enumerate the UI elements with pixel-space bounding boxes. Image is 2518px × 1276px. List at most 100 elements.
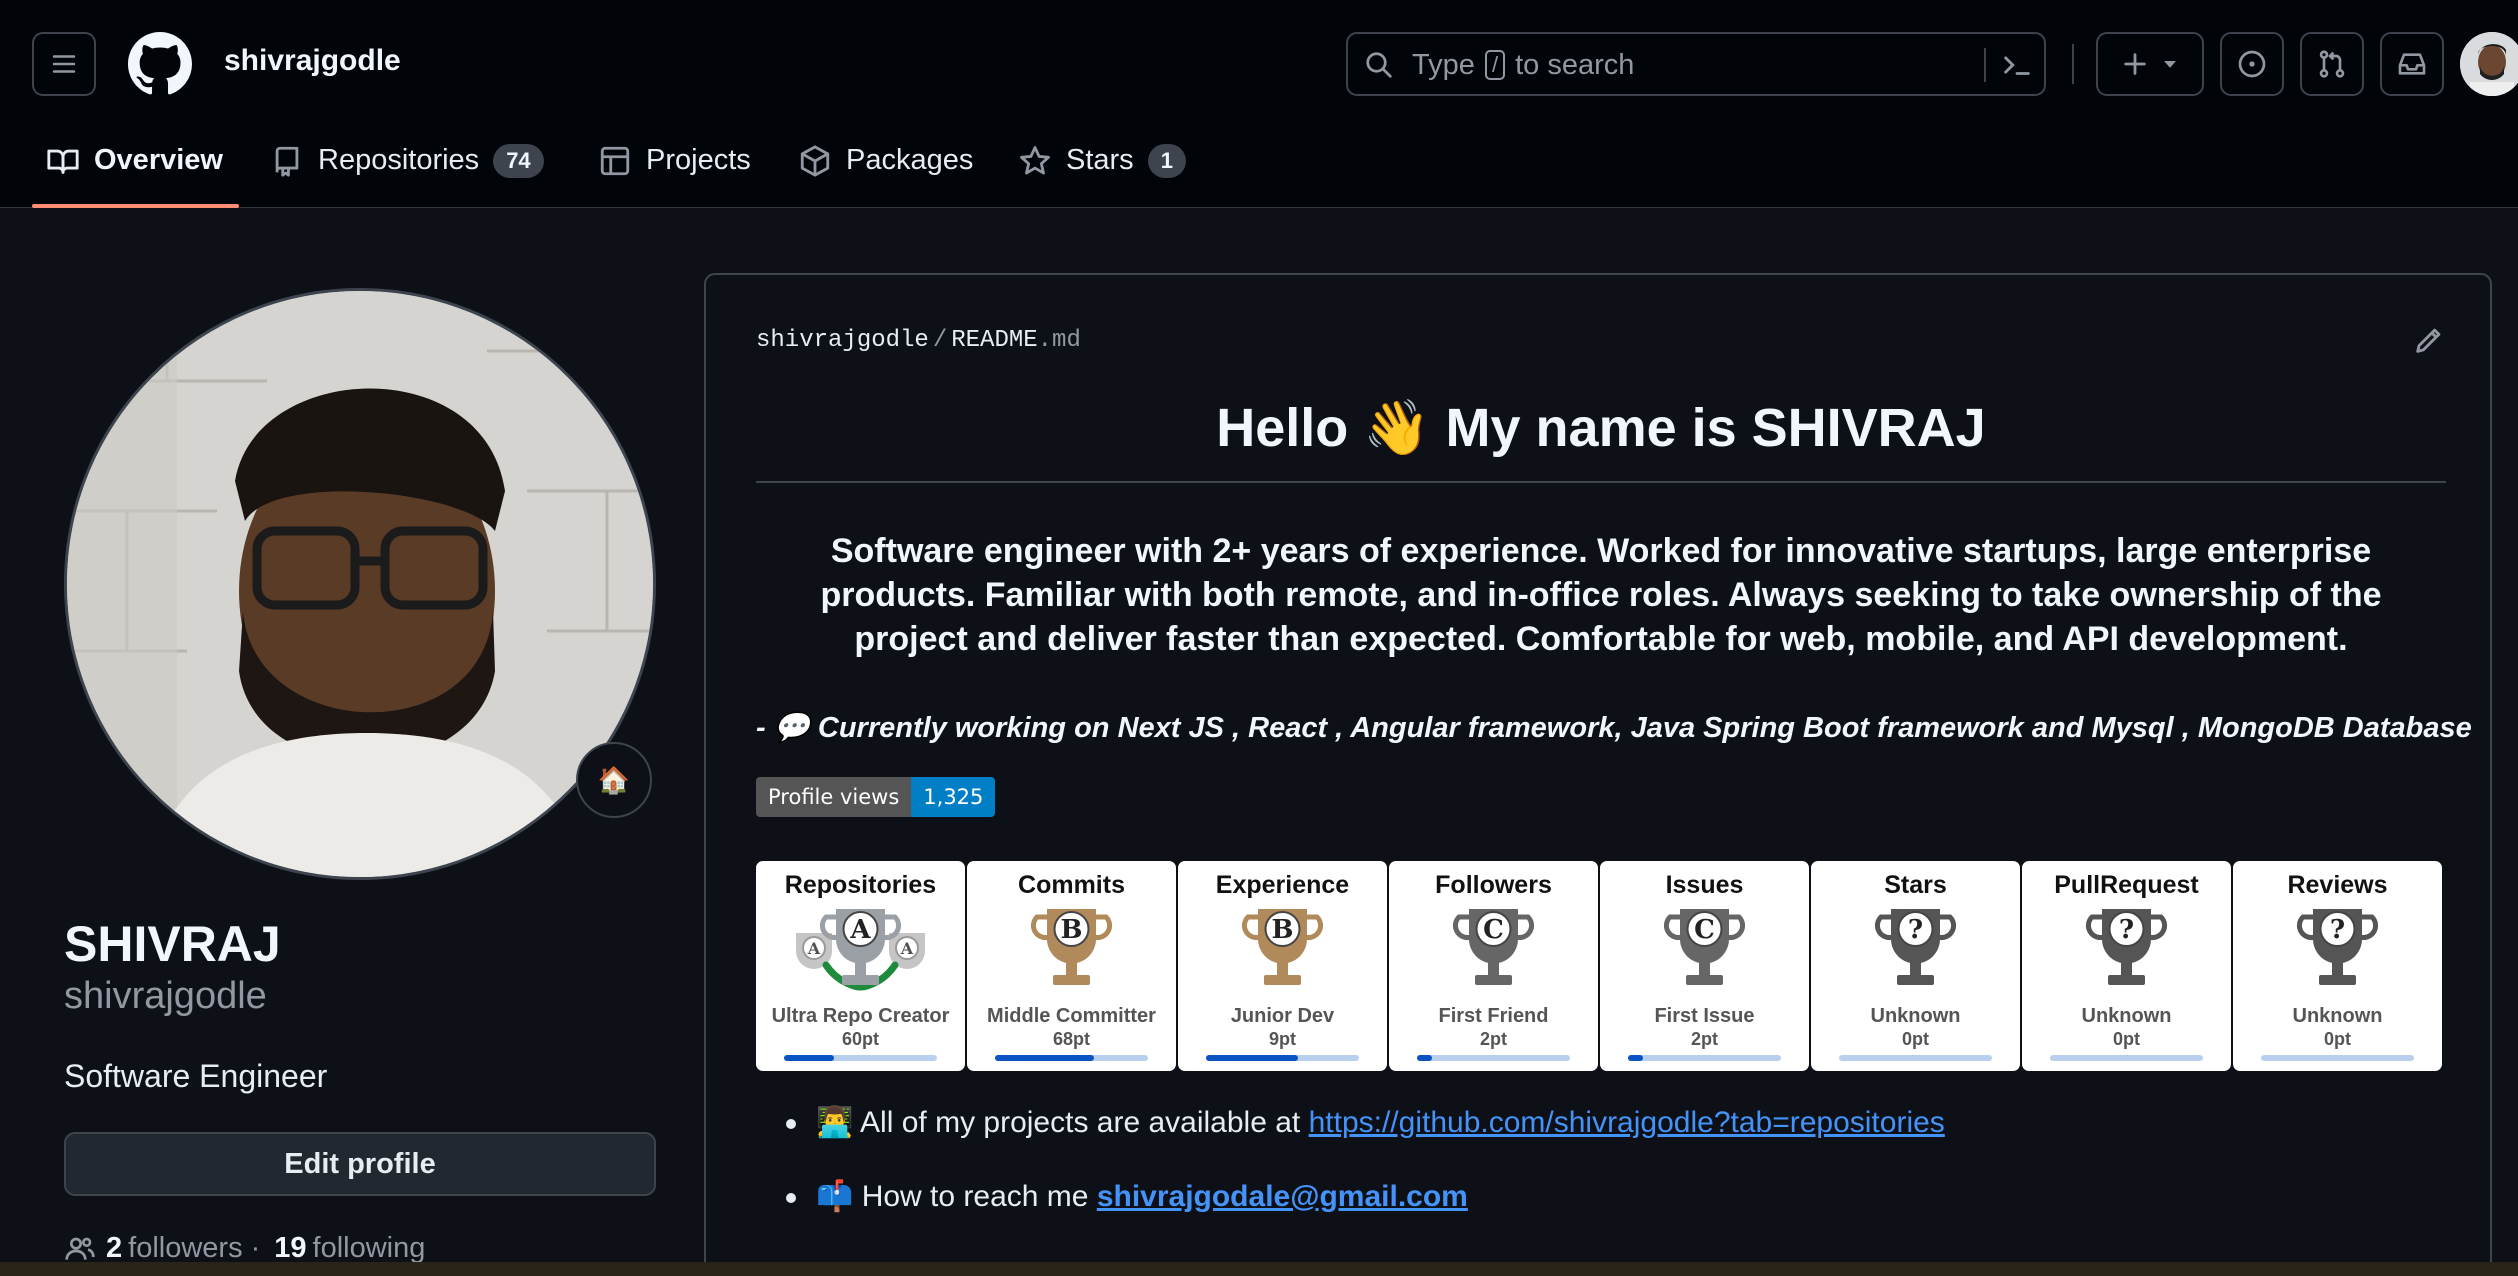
trophy-rank-name: Unknown: [1870, 1005, 1961, 1027]
svg-text:A: A: [807, 939, 821, 958]
readme-currently-working: - 💬 Currently working on Next JS , React…: [756, 712, 2472, 744]
followers-label[interactable]: followers: [128, 1232, 242, 1265]
laptop-person-emoji: 👨‍💻: [816, 1106, 854, 1139]
plus-icon: [2124, 53, 2146, 75]
trophy-card: PullRequest? Unknown 0pt: [2022, 861, 2231, 1071]
edit-profile-button[interactable]: Edit profile: [64, 1132, 656, 1196]
tab-selected-underline: [32, 204, 239, 208]
app-header: shivrajgodle Type / to search Overview R…: [0, 0, 2518, 208]
followers-count[interactable]: 2: [106, 1232, 122, 1265]
repo-icon: [275, 146, 299, 177]
readme-heading: Hello 👋 My name is SHIVRAJ: [1216, 398, 1986, 458]
issues-button[interactable]: [2220, 32, 2284, 96]
pencil-icon[interactable]: [2412, 323, 2446, 357]
tab-overview[interactable]: Overview: [32, 132, 239, 208]
search-suffix: to search: [1515, 49, 1635, 81]
profile-views-label: Profile views: [756, 777, 912, 817]
tab-packages-label: Packages: [846, 144, 974, 176]
trophy-icon: ?: [2085, 909, 2168, 985]
email-link[interactable]: shivrajgodale@gmail.com: [1097, 1180, 1468, 1213]
svg-text:B: B: [1061, 915, 1083, 945]
list-item-text: All of my projects are available at: [860, 1106, 1301, 1139]
tab-stars[interactable]: Stars 1: [1018, 132, 1186, 208]
profile-avatar[interactable]: [64, 288, 656, 880]
trophy-rank-name: Middle Committer: [987, 1005, 1156, 1027]
trophy-card: Issues C First Issue 2pt: [1600, 861, 1809, 1071]
hamburger-icon: [52, 55, 76, 73]
svg-text:?: ?: [2119, 915, 2134, 945]
trophy-title: PullRequest: [2054, 871, 2199, 899]
menu-button[interactable]: [32, 32, 96, 96]
list-item: 📫 How to reach me shivrajgodale@gmail.co…: [786, 1179, 1945, 1253]
readme-path-separator: /: [932, 327, 948, 354]
set-status-button[interactable]: 🏠: [576, 742, 652, 818]
readme-path: shivrajgodle / README.md: [756, 327, 1081, 354]
trophy-icon: ?: [1874, 909, 1957, 985]
tab-repositories-count: 74: [493, 144, 544, 178]
repositories-link[interactable]: https://github.com/shivrajgodle?tab=repo…: [1309, 1106, 1945, 1139]
github-logo-icon[interactable]: [128, 32, 192, 96]
svg-text:B: B: [1272, 915, 1294, 945]
trophy-progress-bar: [784, 1055, 937, 1061]
following-label[interactable]: following: [313, 1232, 426, 1265]
readme-path-ext: .md: [1037, 327, 1081, 354]
list-item-text: How to reach me: [861, 1180, 1089, 1213]
pull-requests-button[interactable]: [2300, 32, 2364, 96]
trophy-card: Experience B Junior Dev 9pt: [1178, 861, 1387, 1071]
readme-intro: Software engineer with 2+ years of exper…: [820, 532, 2382, 658]
trophy-title: Repositories: [784, 871, 937, 899]
trophy-title: Reviews: [2287, 871, 2388, 899]
svg-text:A: A: [849, 915, 871, 945]
trophy-progress-fill: [995, 1055, 1094, 1061]
trophy-progress-fill: [1417, 1055, 1432, 1061]
svg-text:?: ?: [1908, 915, 1923, 945]
trophy-progress-bar: [1628, 1055, 1781, 1061]
readme-list: 👨‍💻 All of my projects are available at …: [786, 1105, 1945, 1253]
trophy-points: 0pt: [2113, 1029, 2140, 1049]
desktop-strip: [0, 1262, 2518, 1276]
svg-text:C: C: [1483, 915, 1504, 945]
create-new-button[interactable]: [2096, 32, 2204, 96]
list-item: 👨‍💻 All of my projects are available at …: [786, 1105, 1945, 1179]
profile-bio: Software Engineer: [64, 1058, 328, 1094]
inbox-button[interactable]: [2380, 32, 2444, 96]
trophy-card: Repositories A A A Ultra Repo Creator 60pt: [756, 861, 965, 1071]
svg-text:C: C: [1694, 915, 1715, 945]
profile-login: shivrajgodle: [64, 975, 267, 1017]
tab-stars-count: 1: [1147, 144, 1186, 178]
trophy-points: 9pt: [1269, 1029, 1296, 1049]
trophy-icon: C: [1452, 909, 1535, 985]
tab-repositories[interactable]: Repositories 74: [270, 132, 544, 208]
status-emoji: 🏠: [597, 764, 631, 795]
context-username[interactable]: shivrajgodle: [224, 44, 401, 78]
trophy-progress-bar: [995, 1055, 1148, 1061]
tab-projects-label: Projects: [646, 144, 751, 176]
search-prefix: Type: [1412, 49, 1475, 81]
follow-stats: 2 followers · 19 following: [64, 1232, 425, 1265]
profile-views-badge: Profile views 1,325: [756, 777, 996, 817]
trophy-icon: B: [1030, 909, 1113, 985]
trophy-icon: ?: [2296, 909, 2379, 985]
profile-fullname: SHIVRAJ: [64, 916, 281, 972]
search-shortcut-key: /: [1484, 50, 1506, 80]
readme-path-owner[interactable]: shivrajgodle: [756, 327, 929, 354]
tab-overview-label: Overview: [94, 144, 223, 176]
search-input[interactable]: Type / to search: [1346, 32, 2046, 96]
command-palette-icon[interactable]: [2000, 48, 2034, 82]
issue-opened-icon: [2238, 50, 2266, 78]
people-icon: [65, 1237, 95, 1260]
trophy-title: Commits: [1018, 871, 1125, 899]
trophy-points: 68pt: [1052, 1029, 1090, 1049]
tab-packages[interactable]: Packages: [798, 132, 973, 208]
tab-projects[interactable]: Projects: [598, 132, 751, 208]
trophy-points: 0pt: [2324, 1029, 2351, 1049]
search-placeholder: Type / to search: [1412, 49, 1634, 82]
trophy-title: Stars: [1884, 871, 1947, 899]
tab-repositories-label: Repositories: [318, 144, 480, 176]
git-pull-request-icon: [2319, 50, 2345, 78]
readme-path-file: README: [951, 327, 1038, 354]
svg-text:?: ?: [2330, 915, 2345, 945]
user-avatar[interactable]: [2460, 32, 2518, 96]
mailbox-emoji: 📫: [816, 1180, 854, 1213]
following-count[interactable]: 19: [274, 1232, 306, 1265]
